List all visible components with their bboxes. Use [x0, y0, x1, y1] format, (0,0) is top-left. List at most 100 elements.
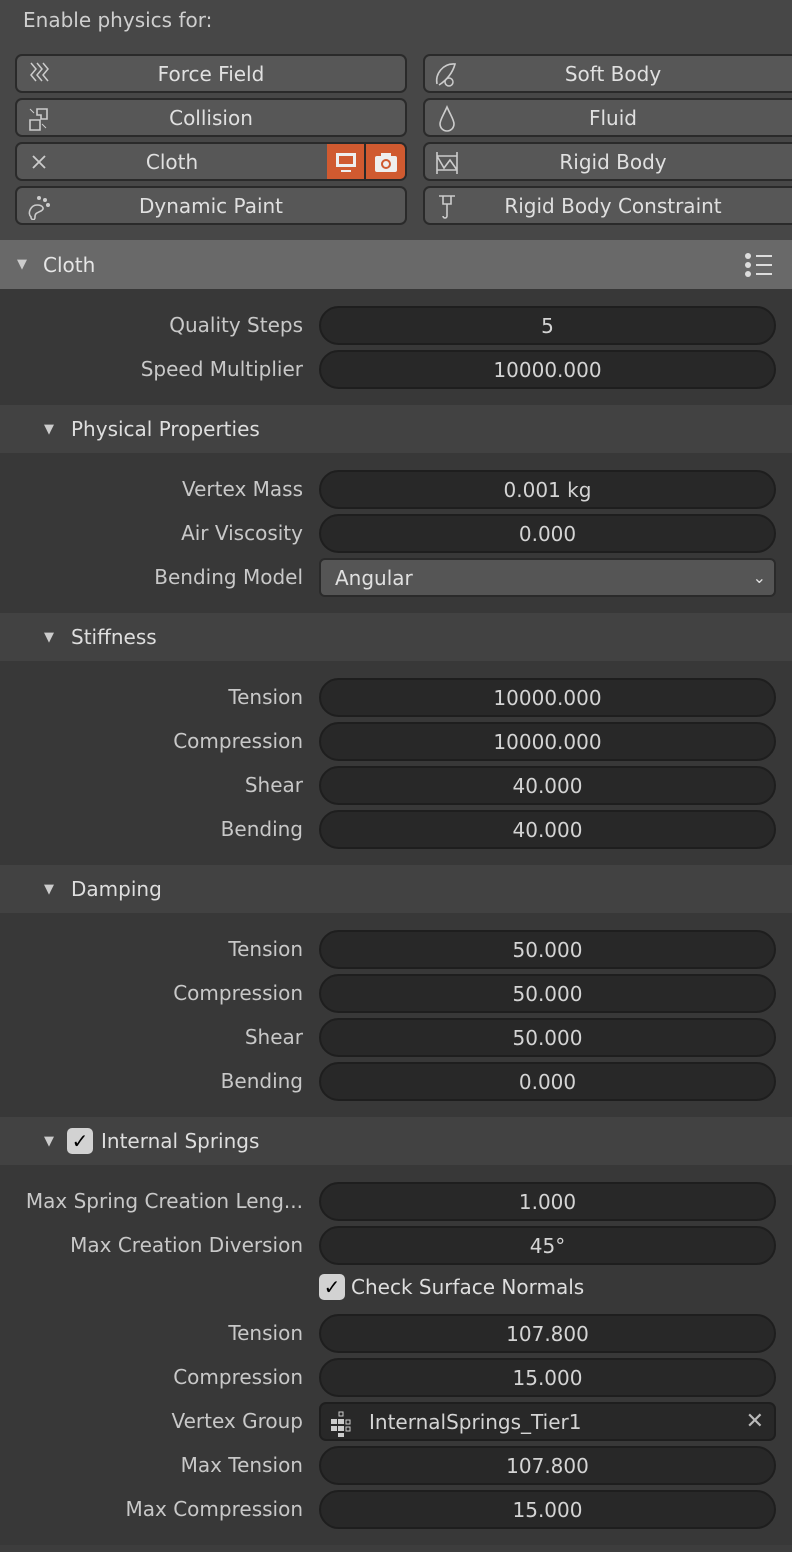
bending-field[interactable]: 40.000 — [319, 810, 776, 849]
shear-value: 40.000 — [512, 773, 583, 798]
collision-button[interactable]: Collision — [15, 98, 407, 137]
rigid-body-button[interactable]: Rigid Body — [423, 142, 792, 181]
property-row: Vertex Mass 0.001 kg — [0, 470, 792, 514]
collapse-triangle-icon[interactable]: ▼ — [44, 630, 54, 645]
panel-menu-icon[interactable] — [744, 252, 774, 278]
collapse-triangle-icon[interactable]: ▼ — [44, 422, 54, 437]
check-surface-normals-label: Check Surface Normals — [351, 1275, 585, 1299]
speed-multiplier-label: Speed Multiplier — [140, 357, 303, 381]
checkbox-check-icon[interactable]: ✓ — [319, 1274, 345, 1300]
quality-steps-label: Quality Steps — [169, 313, 303, 337]
camera-icon — [374, 152, 397, 172]
cloth-button[interactable]: Cloth — [15, 142, 407, 181]
tension-field[interactable]: 50.000 — [319, 930, 776, 969]
physical-properties-subpanel-header[interactable]: ▼ Physical Properties — [0, 405, 792, 453]
max-spring-creation-leng--field[interactable]: 1.000 — [319, 1182, 776, 1221]
compression-label: Compression — [173, 729, 303, 753]
soft-body-button[interactable]: Soft Body — [423, 54, 792, 93]
x-remove-icon — [32, 155, 46, 169]
property-row: Max Tension 107.800 — [0, 1446, 792, 1490]
tension-field[interactable]: 10000.000 — [319, 678, 776, 717]
vertex-group-field[interactable]: InternalSprings_Tier1 ✕ — [319, 1402, 776, 1441]
max-compression-label: Max Compression — [125, 1497, 303, 1521]
air-viscosity-value: 0.000 — [518, 521, 577, 546]
damping-subpanel-header[interactable]: ▼ Damping — [0, 865, 792, 913]
compression-field[interactable]: 50.000 — [319, 974, 776, 1013]
enable-physics-title: Enable physics for: — [23, 8, 213, 32]
fluid-button[interactable]: Fluid — [423, 98, 792, 137]
bending-field[interactable]: 0.000 — [319, 1062, 776, 1101]
vertex-mass-field[interactable]: 0.001 kg — [319, 470, 776, 509]
rigid-body-icon — [436, 152, 458, 174]
speed-multiplier-field[interactable]: 10000.000 — [319, 350, 776, 389]
internal-springs-enable-checkbox[interactable]: ✓ — [67, 1128, 93, 1154]
max-tension-value: 107.800 — [506, 1453, 589, 1478]
enable-physics-area: Enable physics for: Force Field Soft Bod… — [0, 0, 792, 240]
bending-label: Bending — [220, 817, 303, 841]
clear-x-icon[interactable]: ✕ — [746, 1409, 764, 1434]
collapse-triangle-icon[interactable]: ▼ — [17, 257, 27, 272]
property-row: Bending 40.000 — [0, 810, 792, 854]
compression-label: Compression — [173, 981, 303, 1005]
quality-steps-field[interactable]: 5 — [319, 306, 776, 345]
monitor-icon — [335, 152, 356, 172]
compression-field[interactable]: 15.000 — [319, 1358, 776, 1397]
max-tension-field[interactable]: 107.800 — [319, 1446, 776, 1485]
max-creation-diversion-field[interactable]: 45° — [319, 1226, 776, 1265]
tension-field[interactable]: 107.800 — [319, 1314, 776, 1353]
show-in-viewport-toggle[interactable] — [327, 144, 366, 179]
property-row: Compression 15.000 — [0, 1358, 792, 1402]
damping-content: Tension 50.000 Compression 50.000 Shear 50.00… — [0, 913, 792, 1117]
compression-field[interactable]: 10000.000 — [319, 722, 776, 761]
compression-label: Compression — [173, 1365, 303, 1389]
physical-properties-content: Vertex Mass 0.001 kg Air Viscosity 0.000 Ben… — [0, 453, 792, 613]
bending-model-value: Angular — [335, 565, 413, 590]
cloth-panel-header[interactable]: ▼ Cloth — [0, 240, 792, 289]
max-tension-label: Max Tension — [180, 1453, 303, 1477]
render-toggle[interactable] — [366, 144, 405, 179]
check-surface-normals-checkbox[interactable]: ✓ Check Surface Normals — [319, 1274, 584, 1300]
stiffness-subpanel-header[interactable]: ▼ Stiffness — [0, 613, 792, 661]
rigid-body-constraint-button[interactable]: Rigid Body Constraint — [423, 186, 792, 225]
dynamic-paint-button[interactable]: Dynamic Paint — [15, 186, 407, 225]
shear-label: Shear — [244, 1025, 303, 1049]
max-compression-field[interactable]: 15.000 — [319, 1490, 776, 1529]
rigid-body-label: Rigid Body — [559, 149, 667, 174]
soft-body-icon — [435, 63, 457, 87]
damping-title: Damping — [71, 877, 162, 901]
property-row: Shear 40.000 — [0, 766, 792, 810]
tension-value: 107.800 — [506, 1321, 589, 1346]
air-viscosity-field[interactable]: 0.000 — [319, 514, 776, 553]
vertex-group-value: InternalSprings_Tier1 — [369, 1409, 582, 1434]
tension-label: Tension — [228, 685, 303, 709]
bending-model-label: Bending Model — [154, 565, 303, 589]
tension-value: 10000.000 — [493, 685, 602, 710]
shear-label: Shear — [244, 773, 303, 797]
bending-model-dropdown[interactable]: Angular ⌄ — [319, 558, 776, 597]
vertex-mass-label: Vertex Mass — [182, 477, 303, 501]
internal-springs-content: Max Spring Creation Leng... 1.000 Max Crea… — [0, 1165, 792, 1545]
compression-value: 50.000 — [512, 981, 583, 1006]
physical-properties-title: Physical Properties — [71, 417, 260, 441]
soft-body-label: Soft Body — [564, 61, 662, 86]
property-row: Bending Model Angular ⌄ — [0, 558, 792, 602]
max-creation-diversion-label: Max Creation Diversion — [70, 1233, 303, 1257]
property-row: Max Compression 15.000 — [0, 1490, 792, 1534]
max-compression-value: 15.000 — [512, 1497, 583, 1522]
property-row: ✓ Check Surface Normals — [0, 1270, 792, 1314]
collapse-triangle-icon[interactable]: ▼ — [44, 882, 54, 897]
collapse-triangle-icon[interactable]: ▼ — [44, 1134, 54, 1149]
property-row: Speed Multiplier 10000.000 — [0, 350, 792, 394]
shear-field[interactable]: 50.000 — [319, 1018, 776, 1057]
compression-value: 15.000 — [512, 1365, 583, 1390]
chevron-down-icon: ⌄ — [752, 568, 766, 587]
force-field-button[interactable]: Force Field — [15, 54, 407, 93]
bending-label: Bending — [220, 1069, 303, 1093]
shear-field[interactable]: 40.000 — [319, 766, 776, 805]
property-row: Compression 50.000 — [0, 974, 792, 1018]
internal-springs-subpanel-header[interactable]: ▼ ✓ Internal Springs — [0, 1117, 792, 1165]
bending-value: 0.000 — [518, 1069, 577, 1094]
tension-label: Tension — [228, 937, 303, 961]
property-row: Quality Steps 5 — [0, 306, 792, 350]
cloth-label: Cloth — [145, 149, 199, 174]
